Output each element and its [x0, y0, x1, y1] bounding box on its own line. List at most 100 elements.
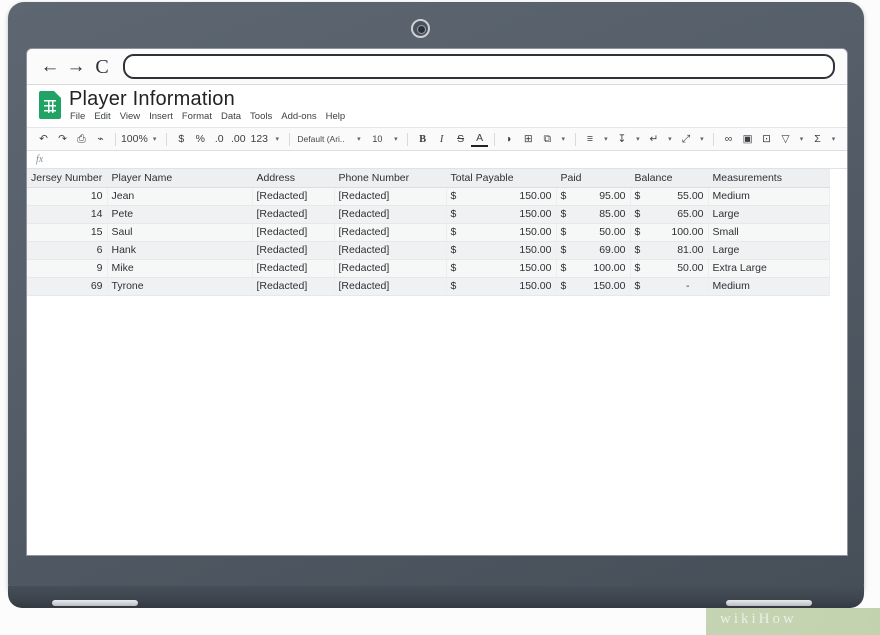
currency-format-icon[interactable]: $ — [173, 130, 190, 148]
column-header-balance[interactable]: Balance — [630, 169, 709, 188]
italic-icon[interactable]: I — [433, 130, 450, 148]
cell-total-payable[interactable]: $150.00 — [446, 259, 557, 278]
cell-player-name[interactable]: Tyrone — [107, 277, 253, 296]
address-bar-input[interactable] — [123, 54, 835, 79]
table-row[interactable]: 10 Jean [Redacted] [Redacted] $150.00 $9… — [27, 187, 830, 206]
cell-balance[interactable]: $100.00 — [630, 223, 709, 242]
bold-icon[interactable]: B — [414, 130, 431, 148]
cell-jersey-number[interactable]: 14 — [27, 205, 108, 224]
chevron-down-icon[interactable]: ▾ — [272, 130, 283, 148]
menu-item-addons[interactable]: Add-ons — [281, 111, 316, 122]
chevron-down-icon[interactable]: ▾ — [696, 130, 707, 148]
cell-measurements[interactable]: Extra Large — [708, 259, 830, 278]
text-wrap-icon[interactable]: ↵ — [645, 130, 662, 148]
horizontal-align-icon[interactable]: ≡ — [581, 130, 598, 148]
cell-total-payable[interactable]: $150.00 — [446, 187, 557, 206]
print-icon[interactable]: ⎙ — [73, 130, 90, 148]
increase-decimal-icon[interactable]: .00 — [230, 130, 247, 148]
text-color-icon[interactable]: A — [471, 131, 489, 147]
cell-jersey-number[interactable]: 69 — [27, 277, 108, 296]
back-arrow-icon[interactable]: ← — [37, 54, 63, 80]
column-header-address[interactable]: Address — [252, 169, 335, 188]
menu-item-insert[interactable]: Insert — [149, 111, 173, 122]
table-row[interactable]: 15 Saul [Redacted] [Redacted] $150.00 $5… — [27, 223, 830, 242]
cell-measurements[interactable]: Small — [708, 223, 830, 242]
zoom-level-select[interactable]: 100% — [121, 130, 148, 148]
menu-item-format[interactable]: Format — [182, 111, 212, 122]
cell-measurements[interactable]: Large — [708, 205, 830, 224]
cell-player-name[interactable]: Pete — [107, 205, 253, 224]
menu-item-data[interactable]: Data — [221, 111, 241, 122]
font-family-select[interactable]: Default (Ari.. — [295, 130, 351, 148]
cell-player-name[interactable]: Hank — [107, 241, 253, 260]
chevron-down-icon[interactable]: ▾ — [796, 130, 807, 148]
paint-format-icon[interactable]: ⌁ — [92, 130, 109, 148]
cell-paid[interactable]: $85.00 — [556, 205, 631, 224]
chevron-down-icon[interactable]: ▾ — [149, 130, 160, 148]
insert-chart-icon[interactable]: ⊡ — [758, 130, 775, 148]
insert-link-icon[interactable]: ∞ — [720, 130, 737, 148]
menu-item-file[interactable]: File — [70, 111, 85, 122]
table-row[interactable]: 9 Mike [Redacted] [Redacted] $150.00 $10… — [27, 259, 830, 278]
cell-paid[interactable]: $69.00 — [556, 241, 631, 260]
filter-icon[interactable]: ▽ — [777, 130, 794, 148]
insert-comment-icon[interactable]: ▣ — [739, 130, 756, 148]
cell-measurements[interactable]: Medium — [708, 277, 830, 296]
cell-total-payable[interactable]: $150.00 — [446, 277, 557, 296]
table-row[interactable]: 69 Tyrone [Redacted] [Redacted] $150.00 … — [27, 277, 830, 296]
cell-total-payable[interactable]: $150.00 — [446, 223, 557, 242]
cell-total-payable[interactable]: $150.00 — [446, 241, 557, 260]
cell-address[interactable]: [Redacted] — [252, 223, 335, 242]
column-header-total-payable[interactable]: Total Payable — [446, 169, 557, 188]
cell-jersey-number[interactable]: 15 — [27, 223, 108, 242]
chevron-down-icon[interactable]: ▾ — [558, 130, 569, 148]
undo-icon[interactable]: ↶ — [35, 130, 52, 148]
redo-icon[interactable]: ↷ — [54, 130, 71, 148]
cell-player-name[interactable]: Mike — [107, 259, 253, 278]
cell-paid[interactable]: $50.00 — [556, 223, 631, 242]
cell-balance[interactable]: $55.00 — [630, 187, 709, 206]
reload-icon[interactable]: C — [89, 54, 115, 80]
cell-balance[interactable]: $50.00 — [630, 259, 709, 278]
column-header-player-name[interactable]: Player Name — [107, 169, 253, 188]
cell-phone-number[interactable]: [Redacted] — [334, 223, 447, 242]
decrease-decimal-icon[interactable]: .0 — [211, 130, 228, 148]
chevron-down-icon[interactable]: ▾ — [664, 130, 675, 148]
column-header-phone-number[interactable]: Phone Number — [334, 169, 447, 188]
chevron-down-icon[interactable]: ▾ — [390, 130, 401, 148]
menu-item-edit[interactable]: Edit — [94, 111, 110, 122]
cell-jersey-number[interactable]: 10 — [27, 187, 108, 206]
cell-balance[interactable]: $65.00 — [630, 205, 709, 224]
cell-phone-number[interactable]: [Redacted] — [334, 241, 447, 260]
cell-balance[interactable]: $81.00 — [630, 241, 709, 260]
spreadsheet-grid[interactable]: Jersey Number Player Name Address Phone … — [27, 169, 847, 549]
cell-address[interactable]: [Redacted] — [252, 277, 335, 296]
cell-phone-number[interactable]: [Redacted] — [334, 277, 447, 296]
cell-measurements[interactable]: Medium — [708, 187, 830, 206]
menu-item-help[interactable]: Help — [326, 111, 346, 122]
chevron-down-icon[interactable]: ▾ — [828, 130, 839, 148]
cell-jersey-number[interactable]: 6 — [27, 241, 108, 260]
functions-icon[interactable]: Σ — [809, 130, 826, 148]
percent-format-icon[interactable]: % — [192, 130, 209, 148]
cell-paid[interactable]: $100.00 — [556, 259, 631, 278]
table-row[interactable]: 6 Hank [Redacted] [Redacted] $150.00 $69… — [27, 241, 830, 260]
column-header-jersey-number[interactable]: Jersey Number — [27, 169, 108, 188]
number-format-select[interactable]: 123 — [249, 130, 270, 148]
cell-balance[interactable]: $ - — [630, 277, 709, 296]
merge-cells-icon[interactable]: ⧉ — [539, 130, 556, 148]
cell-address[interactable]: [Redacted] — [252, 205, 335, 224]
menu-item-view[interactable]: View — [120, 111, 140, 122]
column-header-paid[interactable]: Paid — [556, 169, 631, 188]
text-rotation-icon[interactable]: ⤢ — [677, 130, 694, 148]
chevron-down-icon[interactable]: ▾ — [353, 130, 364, 148]
cell-player-name[interactable]: Jean — [107, 187, 253, 206]
table-row[interactable]: 14 Pete [Redacted] [Redacted] $150.00 $8… — [27, 205, 830, 224]
cell-jersey-number[interactable]: 9 — [27, 259, 108, 278]
vertical-align-icon[interactable]: ↧ — [613, 130, 630, 148]
formula-bar[interactable]: fx — [27, 151, 847, 169]
borders-icon[interactable]: ⊞ — [520, 130, 537, 148]
column-header-measurements[interactable]: Measurements — [708, 169, 830, 188]
document-title[interactable]: Player Information — [69, 88, 847, 110]
fill-color-icon[interactable]: ◗ — [501, 130, 518, 148]
